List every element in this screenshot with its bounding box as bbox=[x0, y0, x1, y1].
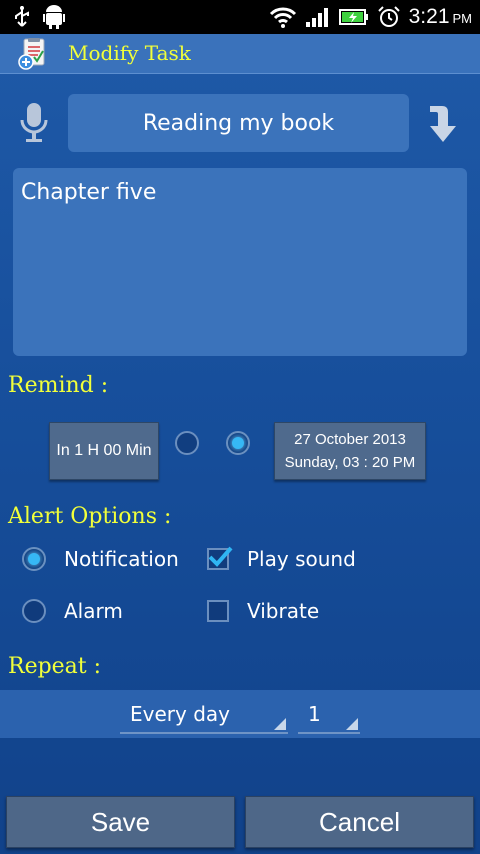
status-time-ampm: PM bbox=[452, 11, 473, 26]
notification-label: Notification bbox=[64, 547, 179, 571]
repeat-frequency-spinner[interactable]: Every day bbox=[120, 700, 288, 734]
checkmark-icon bbox=[208, 546, 233, 567]
vibrate-checkbox[interactable] bbox=[207, 600, 229, 622]
repeat-label: Repeat : bbox=[8, 654, 102, 679]
status-bar: 3:21 PM bbox=[0, 0, 480, 34]
alert-options-label: Alert Options : bbox=[8, 504, 172, 529]
microphone-icon[interactable] bbox=[18, 102, 50, 144]
remind-label: Remind : bbox=[8, 373, 109, 398]
usb-icon bbox=[15, 6, 29, 27]
status-time-value: 3:21 bbox=[408, 5, 450, 28]
play-sound-label: Play sound bbox=[247, 547, 356, 571]
vibrate-label: Vibrate bbox=[247, 599, 320, 623]
dropdown-triangle-icon bbox=[274, 718, 286, 730]
status-time: 3:21 PM bbox=[409, 5, 472, 29]
dropdown-triangle-icon bbox=[346, 718, 358, 730]
android-debug-icon bbox=[43, 5, 65, 29]
notification-radio[interactable] bbox=[22, 547, 46, 571]
task-note-field[interactable]: Chapter five bbox=[13, 168, 467, 356]
date-time-radio[interactable] bbox=[226, 431, 250, 455]
repeat-bar: Every day 1 bbox=[0, 690, 480, 738]
cancel-button[interactable]: Cancel bbox=[245, 796, 474, 848]
arrow-down-icon[interactable] bbox=[424, 102, 464, 144]
alarm-clock-icon bbox=[377, 6, 400, 27]
signal-icon bbox=[305, 8, 328, 27]
app-logo-icon bbox=[18, 38, 45, 70]
relative-time-text: In 1 H 00 Min bbox=[56, 442, 152, 459]
relative-time-radio[interactable] bbox=[175, 431, 199, 455]
repeat-interval-value: 1 bbox=[308, 702, 321, 726]
repeat-frequency-value: Every day bbox=[130, 702, 230, 726]
battery-charging-icon bbox=[338, 9, 368, 25]
task-title-field[interactable]: Reading my book bbox=[68, 94, 409, 152]
date-time-button[interactable]: 27 October 2013 Sunday, 03 : 20 PM bbox=[274, 422, 426, 480]
app-title: Modify Task bbox=[68, 41, 191, 65]
save-button[interactable]: Save bbox=[6, 796, 235, 848]
time-text: Sunday, 03 : 20 PM bbox=[284, 454, 416, 471]
repeat-interval-spinner[interactable]: 1 bbox=[298, 700, 360, 734]
date-text: 27 October 2013 bbox=[294, 431, 406, 448]
title-bar: Modify Task bbox=[0, 34, 480, 74]
alarm-label: Alarm bbox=[64, 599, 123, 623]
play-sound-checkbox[interactable] bbox=[207, 546, 233, 570]
alarm-radio[interactable] bbox=[22, 599, 46, 623]
relative-time-button[interactable]: In 1 H 00 Min bbox=[49, 422, 159, 480]
wifi-icon bbox=[269, 7, 296, 28]
